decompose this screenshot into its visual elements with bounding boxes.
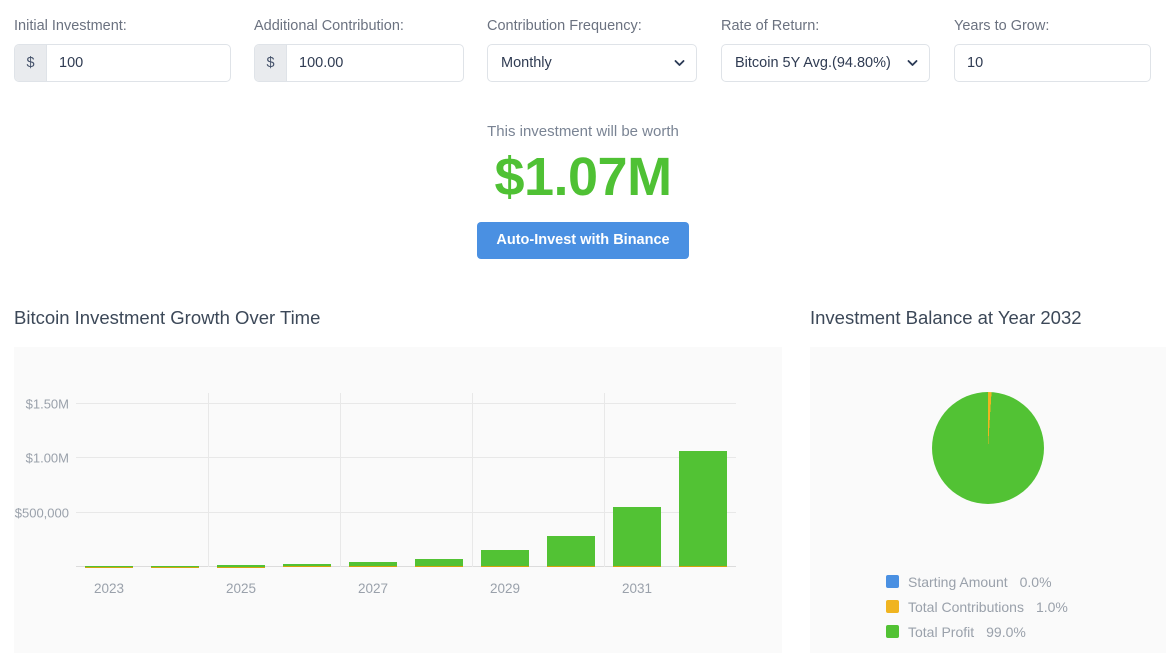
initial-investment-input[interactable] xyxy=(47,45,230,81)
gridline-vertical xyxy=(604,393,605,567)
bar[interactable] xyxy=(414,558,464,567)
input-group-years-to-grow[interactable] xyxy=(954,44,1151,82)
bar[interactable] xyxy=(348,562,398,567)
chevron-down-icon xyxy=(907,60,918,66)
bar[interactable] xyxy=(282,564,332,567)
result-caption: This investment will be worth xyxy=(487,123,679,140)
bar[interactable] xyxy=(480,550,530,567)
legend-percent: 99.0% xyxy=(986,623,1026,640)
pie-chart-title: Investment Balance at Year 2032 xyxy=(810,307,1082,328)
y-axis-tick-label: $1.00M xyxy=(25,450,69,466)
bar[interactable] xyxy=(678,450,728,567)
gridline-horizontal: $1.00M xyxy=(26,451,736,466)
charts-section: Bitcoin Investment Growth Over Time $500… xyxy=(0,306,1166,660)
bar-chart-title: Bitcoin Investment Growth Over Time xyxy=(14,307,321,328)
bar[interactable] xyxy=(546,536,596,567)
chevron-down-icon xyxy=(674,60,685,66)
label-contribution-frequency: Contribution Frequency: xyxy=(487,18,642,34)
field-rate-of-return: Rate of Return: Bitcoin 5Y Avg.(94.80%) xyxy=(712,18,945,108)
legend-label: Starting Amount xyxy=(908,573,1008,590)
bar-contribution-segment xyxy=(546,565,596,567)
x-axis-tick-label: 2031 xyxy=(621,581,653,596)
x-axis-tick-label: 2029 xyxy=(489,581,521,596)
field-additional-contribution: Additional Contribution: $ xyxy=(246,18,479,108)
bar-contribution-segment xyxy=(678,565,728,567)
contribution-frequency-value: Monthly xyxy=(501,55,552,71)
legend-swatch-icon xyxy=(886,600,899,613)
legend-item[interactable]: Total Contributions 1.0% xyxy=(886,594,1068,619)
input-group-initial-investment[interactable]: $ xyxy=(14,44,231,82)
label-rate-of-return: Rate of Return: xyxy=(721,18,820,34)
gridline-vertical xyxy=(340,393,341,567)
bar-chart-column: Bitcoin Investment Growth Over Time $500… xyxy=(0,306,798,660)
pie-wrap xyxy=(810,392,1166,504)
input-group-additional-contribution[interactable]: $ xyxy=(254,44,464,82)
x-axis-tick-label: 2023 xyxy=(93,581,125,596)
contribution-frequency-select[interactable]: Monthly xyxy=(487,44,697,82)
legend-item[interactable]: Starting Amount 0.0% xyxy=(886,569,1068,594)
label-initial-investment: Initial Investment: xyxy=(14,18,127,34)
bar-chart-plot: $500,000 $1.00M $1.50M 2023 2025 2027 2029 2031 xyxy=(15,393,736,596)
legend-swatch-icon xyxy=(886,575,899,588)
rate-of-return-select[interactable]: Bitcoin 5Y Avg.(94.80%) xyxy=(721,44,930,82)
currency-prefix-icon: $ xyxy=(255,45,287,81)
bar[interactable] xyxy=(84,566,134,567)
pie-chart-panel: Starting Amount 0.0% Total Contributions 1.… xyxy=(810,347,1166,653)
bar-contribution-segment xyxy=(282,566,332,567)
result-value: $1.07M xyxy=(494,147,672,207)
calculator-form: Initial Investment: $ Additional Contrib… xyxy=(0,18,1166,108)
field-contribution-frequency: Contribution Frequency: Monthly xyxy=(479,18,712,108)
pie-chart xyxy=(932,392,1044,504)
investment-calculator-page: Initial Investment: $ Additional Contrib… xyxy=(0,0,1166,660)
bar-contribution-segment xyxy=(480,566,530,567)
result-summary: This investment will be worth $1.07M Aut… xyxy=(0,122,1166,259)
years-to-grow-input[interactable] xyxy=(955,45,1150,81)
rate-of-return-value: Bitcoin 5Y Avg.(94.80%) xyxy=(735,55,891,71)
legend-swatch-icon xyxy=(886,625,899,638)
auto-invest-button[interactable]: Auto-Invest with Binance xyxy=(477,222,689,259)
field-years-to-grow: Years to Grow: xyxy=(945,18,1166,108)
gridline-horizontal: $1.50M xyxy=(26,396,736,411)
legend-label: Total Contributions xyxy=(908,598,1024,615)
pie-legend: Starting Amount 0.0% Total Contributions 1.… xyxy=(886,569,1068,644)
field-initial-investment: Initial Investment: $ xyxy=(0,18,246,108)
y-axis-tick-label: $1.50M xyxy=(25,396,69,412)
legend-label: Total Profit xyxy=(908,623,975,640)
currency-prefix-icon: $ xyxy=(15,45,47,81)
legend-item[interactable]: Total Profit 99.0% xyxy=(886,619,1068,644)
bar[interactable] xyxy=(612,506,662,567)
legend-percent: 1.0% xyxy=(1035,598,1068,615)
y-axis-tick-label: $500,000 xyxy=(14,505,69,521)
x-axis-tick-label: 2027 xyxy=(357,581,389,596)
bar[interactable] xyxy=(150,566,200,567)
gridline-vertical xyxy=(472,393,473,567)
label-years-to-grow: Years to Grow: xyxy=(954,18,1050,34)
label-additional-contribution: Additional Contribution: xyxy=(254,18,404,34)
legend-percent: 0.0% xyxy=(1019,573,1052,590)
bar-contribution-segment xyxy=(348,566,398,567)
bar-contribution-segment xyxy=(612,565,662,567)
pie-chart-column: Investment Balance at Year 2032 Starting… xyxy=(798,306,1166,660)
additional-contribution-input[interactable] xyxy=(287,45,463,81)
bar-contribution-segment xyxy=(414,566,464,567)
gridline-vertical xyxy=(208,393,209,567)
bar-chart-panel: $500,000 $1.00M $1.50M 2023 2025 2027 2029 2031 xyxy=(14,347,782,653)
x-axis-tick-label: 2025 xyxy=(225,581,257,596)
bar[interactable] xyxy=(216,565,266,567)
